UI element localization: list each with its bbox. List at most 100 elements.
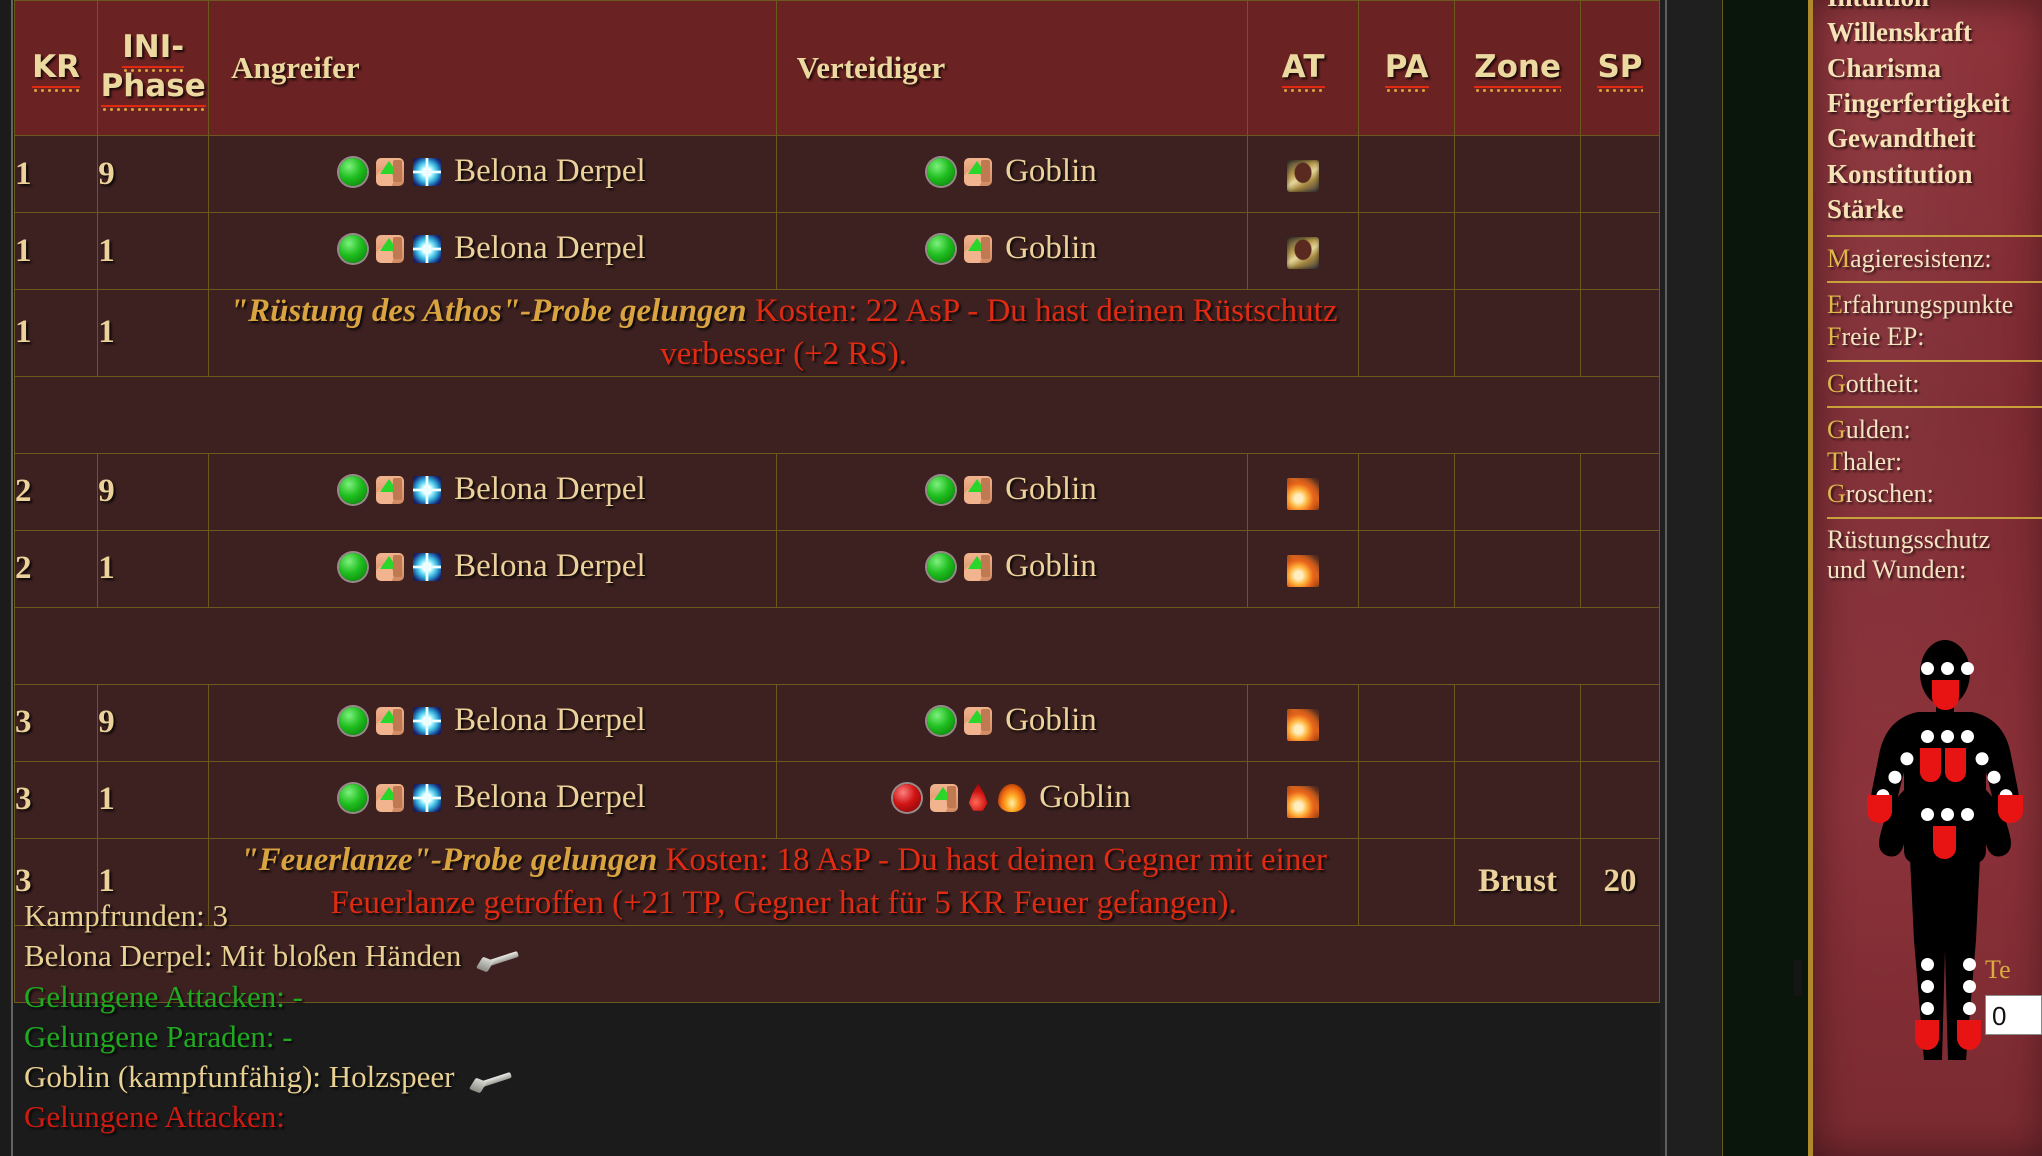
attribute-row[interactable]: Willenskraft bbox=[1827, 15, 2042, 50]
stat-label: agieresistenz: bbox=[1850, 243, 1992, 273]
wound-dot bbox=[1921, 662, 1934, 675]
combatant: Belona Derpel bbox=[339, 548, 646, 585]
spell-result-text: Kosten: 22 AsP - Du hast deinen Rüstschu… bbox=[660, 293, 1338, 372]
table-row: 3 9 Belona Derpel Goblin bbox=[13, 683, 1660, 762]
cell-at bbox=[1247, 452, 1360, 531]
combatant-name: Belona Derpel bbox=[454, 702, 646, 739]
stat-label: ottheit: bbox=[1845, 368, 1920, 398]
col-header-kr[interactable]: KR bbox=[13, 0, 99, 136]
col-header-kr-label: KR bbox=[32, 49, 81, 92]
wounds-title-line1: Rüstungsschutz bbox=[1827, 524, 1991, 554]
cell-at bbox=[1247, 760, 1360, 839]
stat-row: Gulden: bbox=[1827, 414, 2042, 446]
cell-sp bbox=[1580, 683, 1660, 762]
wound-dot bbox=[1921, 730, 1934, 743]
combatant-name: Goblin bbox=[1005, 548, 1097, 585]
stat-accesskey: M bbox=[1827, 243, 1851, 273]
combat-log-screen: KR INI- Phase Angreifer Verteidiger AT P… bbox=[0, 0, 2042, 1156]
wound-dot bbox=[1961, 730, 1974, 743]
combatant-name: Belona Derpel bbox=[454, 153, 646, 190]
sparkle-icon bbox=[413, 783, 442, 812]
separator-cell bbox=[14, 375, 1660, 454]
attribute-row[interactable]: Fingerfertigkeit bbox=[1827, 86, 2042, 121]
combatant-name: Goblin bbox=[1039, 779, 1131, 816]
wound-dots-belly bbox=[1921, 808, 1974, 821]
cell-pa bbox=[1358, 683, 1456, 762]
wounds-title-line2: und Wunden: bbox=[1827, 554, 1967, 584]
green-ball-icon bbox=[927, 234, 956, 263]
flex-arm-icon bbox=[964, 475, 993, 504]
sparkle-icon bbox=[413, 552, 442, 581]
cell-pa bbox=[1358, 289, 1456, 377]
wound-marker-left-leg bbox=[1915, 1020, 1939, 1050]
wound-dot bbox=[1963, 980, 1976, 993]
stat-row: Gottheit: bbox=[1827, 368, 2042, 400]
table-header: KR INI- Phase Angreifer Verteidiger AT P… bbox=[13, 0, 1660, 136]
right-green-strip bbox=[1722, 0, 1821, 1156]
cell-defender: Goblin bbox=[775, 135, 1249, 213]
stat-accesskey: G bbox=[1827, 368, 1846, 398]
divider bbox=[1827, 281, 2042, 284]
cell-pa bbox=[1358, 529, 1456, 608]
wound-marker-left-arm bbox=[1867, 795, 1892, 823]
col-header-pa[interactable]: PA bbox=[1358, 0, 1456, 136]
attribute-row[interactable]: Konstitution bbox=[1827, 157, 2042, 192]
col-header-zone-label: Zone bbox=[1474, 49, 1561, 92]
left-border-line bbox=[11, 0, 13, 1156]
combatant: Goblin bbox=[927, 548, 1097, 585]
spell-fire-icon bbox=[1287, 708, 1320, 741]
wound-dot bbox=[1963, 958, 1976, 971]
summary-line-text: Kampfrunden: 3 bbox=[24, 898, 229, 933]
green-ball-icon bbox=[339, 552, 368, 581]
wound-dot bbox=[1921, 1002, 1934, 1015]
cell-at bbox=[1247, 135, 1360, 213]
sparkle-icon bbox=[413, 157, 442, 186]
attribute-row[interactable]: Charisma bbox=[1827, 51, 2042, 86]
stat-label: ulden: bbox=[1845, 415, 1911, 445]
cell-zone bbox=[1454, 760, 1581, 839]
spell-armor-icon bbox=[1287, 236, 1320, 269]
cell-ini: 9 bbox=[97, 683, 210, 762]
stat-label: rfahrungspunkte bbox=[1842, 290, 2014, 320]
cell-kr: 3 bbox=[13, 683, 99, 762]
wound-marker-right-leg bbox=[1957, 1020, 1981, 1050]
wound-marker-belly bbox=[1933, 826, 1956, 859]
right-text-label: Te bbox=[1985, 955, 2011, 984]
combatant: Belona Derpel bbox=[339, 471, 646, 508]
stat-row: Freie EP: bbox=[1827, 321, 2042, 353]
stat-accesskey: G bbox=[1827, 415, 1846, 445]
summary-line: Gelungene Attacken: - bbox=[14, 977, 1660, 1017]
attribute-row[interactable]: Gewandtheit bbox=[1827, 121, 2042, 156]
col-header-sp[interactable]: SP bbox=[1580, 0, 1660, 136]
summary-line: Belona Derpel: Mit bloßen Händen bbox=[14, 936, 1660, 976]
attribute-row[interactable]: Intuition bbox=[1827, 0, 2042, 15]
spell-name: "Rüstung des Athos"-Probe gelungen bbox=[229, 293, 755, 329]
col-header-verteidiger: Verteidiger bbox=[775, 0, 1249, 136]
panel-left-nub bbox=[1794, 960, 1802, 996]
cell-attacker: Belona Derpel bbox=[208, 529, 777, 608]
table-body: 1 9 Belona Derpel Goblin 1 1 Belona Derpel Gobl… bbox=[13, 135, 1660, 1003]
summary-line-text: Gelungene Paraden: - bbox=[24, 1018, 293, 1054]
divider bbox=[1827, 234, 2042, 237]
flex-arm-icon bbox=[376, 234, 405, 263]
attribute-row[interactable]: Stärke bbox=[1827, 192, 2042, 227]
stat-row: Erfahrungspunkte bbox=[1827, 289, 2042, 321]
cell-ini: 1 bbox=[97, 289, 210, 377]
cell-pa bbox=[1358, 760, 1456, 839]
cell-message: "Rüstung des Athos"-Probe gelungen Koste… bbox=[208, 289, 1360, 377]
cell-at bbox=[1247, 683, 1360, 762]
right-text-input[interactable]: 0 bbox=[1985, 995, 2042, 1035]
cell-defender: Goblin bbox=[775, 683, 1249, 762]
col-header-at[interactable]: AT bbox=[1247, 0, 1360, 136]
cell-zone bbox=[1454, 529, 1581, 608]
wound-dot bbox=[1921, 980, 1934, 993]
cell-attacker: Belona Derpel bbox=[208, 683, 777, 762]
cell-at bbox=[1247, 212, 1360, 290]
wound-marker-torso-left bbox=[1920, 748, 1941, 782]
cell-defender: Goblin bbox=[775, 760, 1249, 839]
col-header-ini-phase[interactable]: INI- Phase bbox=[97, 0, 210, 136]
cell-ini: 9 bbox=[97, 452, 210, 531]
combat-log-table-wrapper: KR INI- Phase Angreifer Verteidiger AT P… bbox=[13, 0, 1660, 1003]
summary-line-text: Gelungene Attacken: bbox=[24, 1099, 285, 1135]
col-header-zone[interactable]: Zone bbox=[1454, 0, 1581, 136]
